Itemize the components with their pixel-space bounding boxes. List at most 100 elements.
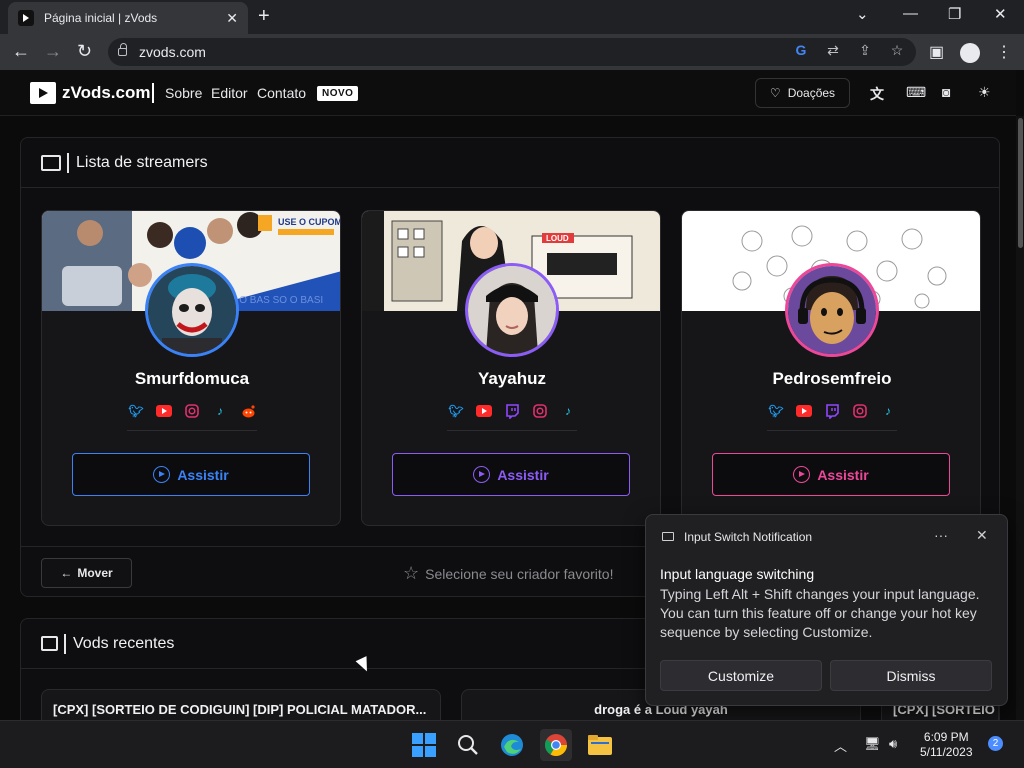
translate-icon[interactable]: ⇄	[824, 42, 842, 60]
social-links: 🐦︎ ♪	[42, 403, 340, 419]
card-divider	[127, 430, 257, 431]
edge-icon	[501, 734, 523, 756]
google-icon[interactable]: G	[792, 42, 810, 60]
title-divider	[67, 152, 69, 173]
hand-heart-icon: ♡	[769, 86, 781, 100]
dismiss-button[interactable]: Dismiss	[830, 660, 992, 691]
youtube-icon[interactable]	[155, 403, 173, 419]
twitch-icon[interactable]	[823, 403, 841, 419]
watch-button[interactable]: Assistir	[72, 453, 310, 496]
customize-button[interactable]: Customize	[660, 660, 822, 691]
folder-icon	[588, 735, 612, 755]
volume-icon[interactable]: 🔊︎	[889, 736, 897, 752]
edge-app-button[interactable]	[496, 729, 528, 761]
browser-tab[interactable]: Página inicial | zVods ✕	[8, 2, 248, 34]
discord-icon[interactable]: ◙	[942, 84, 950, 100]
nav-link-contato[interactable]: Contato	[257, 85, 306, 101]
tab-close-icon[interactable]: ✕	[226, 10, 238, 27]
terminal-icon[interactable]: ⌨	[906, 84, 926, 101]
twitter-icon[interactable]: 🐦︎	[447, 403, 465, 419]
notification-count-badge[interactable]: 2	[988, 736, 1003, 751]
language-icon[interactable]: 文	[870, 84, 884, 104]
move-button[interactable]: ← Mover	[41, 558, 132, 588]
streamer-card-pedrosemfreio[interactable]: Pedrosemfreio 🐦︎ ♪ Assistir	[681, 210, 981, 526]
profile-avatar[interactable]	[960, 43, 980, 63]
brand-name[interactable]: zVods.com	[62, 83, 150, 103]
bookmark-star-icon[interactable]: ☆	[888, 42, 906, 60]
windows-logo-icon	[412, 733, 436, 757]
reddit-icon[interactable]	[239, 403, 257, 419]
tiktok-icon[interactable]: ♪	[559, 403, 577, 419]
zvods-logo-icon[interactable]	[30, 82, 56, 104]
show-hidden-icons-icon[interactable]: ︿	[834, 736, 847, 755]
network-icon[interactable]: 🖥︎	[864, 736, 881, 752]
restore-icon[interactable]: ❐	[948, 5, 961, 23]
system-clock[interactable]: 6:09 PM 5/11/2023	[920, 730, 973, 760]
browser-toolbar: ← → ↻ zvods.com G ⇄ ⇪ ☆ ▣ ⋮	[0, 34, 1024, 70]
side-panel-icon[interactable]: ▣	[929, 42, 944, 62]
youtube-icon[interactable]	[475, 403, 493, 419]
more-options-icon[interactable]: ···	[934, 527, 948, 543]
reload-icon[interactable]: ↻	[77, 41, 92, 62]
tiktok-icon[interactable]: ♪	[211, 403, 229, 419]
nav-link-editor[interactable]: Editor	[211, 85, 248, 101]
instagram-icon[interactable]	[183, 403, 201, 419]
back-icon[interactable]: ←	[12, 41, 30, 62]
favorite-hint-text: Selecione seu criador favorito!	[425, 565, 614, 582]
scrollbar-thumb[interactable]	[1018, 118, 1023, 248]
twitch-icon[interactable]	[503, 403, 521, 419]
start-button[interactable]	[408, 729, 440, 761]
watch-button[interactable]: Assistir	[392, 453, 630, 496]
input-switch-notification: Input Switch Notification ··· ✕ Input la…	[645, 514, 1008, 706]
streamer-name[interactable]: Pedrosemfreio	[682, 369, 980, 389]
play-circle-icon	[473, 466, 491, 483]
twitter-icon[interactable]: 🐦︎	[127, 403, 145, 419]
chrome-app-button[interactable]	[540, 729, 572, 761]
tab-search-icon[interactable]: ⌄	[856, 5, 869, 23]
tiktok-icon[interactable]: ♪	[879, 403, 897, 419]
file-explorer-button[interactable]	[584, 729, 616, 761]
streamer-avatar	[785, 263, 879, 357]
card-divider	[767, 430, 897, 431]
nav-link-sobre[interactable]: Sobre	[165, 85, 202, 101]
notification-heading: Input language switching	[660, 566, 815, 582]
streamer-card-smurfdomuca[interactable]: USE O CUPOM SO O BAS SO O BASI Smurfdomu…	[41, 210, 341, 526]
streamer-name[interactable]: Yayahuz	[362, 369, 660, 389]
streamer-avatar	[465, 263, 559, 357]
window-close-icon[interactable]: ✕	[994, 5, 1007, 23]
search-icon	[458, 735, 478, 755]
share-icon[interactable]: ⇪	[856, 42, 874, 60]
play-circle-icon	[153, 466, 171, 483]
watch-label: Assistir	[817, 466, 869, 483]
watch-label: Assistir	[497, 466, 549, 483]
streamers-panel-title: Lista de streamers	[76, 153, 208, 171]
lock-icon	[118, 43, 127, 56]
minimize-icon[interactable]: —	[903, 5, 918, 22]
notification-app-title: Input Switch Notification	[684, 530, 813, 544]
card-divider	[447, 430, 577, 431]
title-divider	[64, 633, 66, 654]
theme-toggle-icon[interactable]: ☀	[978, 84, 991, 101]
search-button[interactable]	[452, 729, 484, 761]
clock-date: 5/11/2023	[920, 745, 973, 759]
watch-label: Assistir	[177, 466, 229, 483]
new-tab-button[interactable]: +	[258, 5, 270, 28]
watch-button[interactable]: Assistir	[712, 453, 950, 496]
social-links: 🐦︎ ♪	[362, 403, 660, 419]
notification-close-icon[interactable]: ✕	[976, 527, 988, 544]
instagram-icon[interactable]	[851, 403, 869, 419]
zvods-favicon-icon	[18, 10, 34, 26]
streamer-card-yayahuz[interactable]: LOUD Yayahuz 🐦︎ ♪ Assistir	[361, 210, 661, 526]
address-text: zvods.com	[139, 44, 206, 60]
forward-icon[interactable]: →	[44, 41, 62, 62]
star-icon[interactable]: ☆	[403, 563, 419, 584]
instagram-icon[interactable]	[531, 403, 549, 419]
youtube-icon[interactable]	[795, 403, 813, 419]
chrome-menu-icon[interactable]: ⋮	[996, 42, 1012, 62]
brand-separator	[152, 83, 154, 103]
donate-button[interactable]: ♡ Doações	[755, 78, 850, 108]
arrow-left-icon: ←	[60, 566, 73, 580]
streamer-name[interactable]: Smurfdomuca	[42, 369, 340, 389]
streamer-avatar	[145, 263, 239, 357]
twitter-icon[interactable]: 🐦︎	[767, 403, 785, 419]
